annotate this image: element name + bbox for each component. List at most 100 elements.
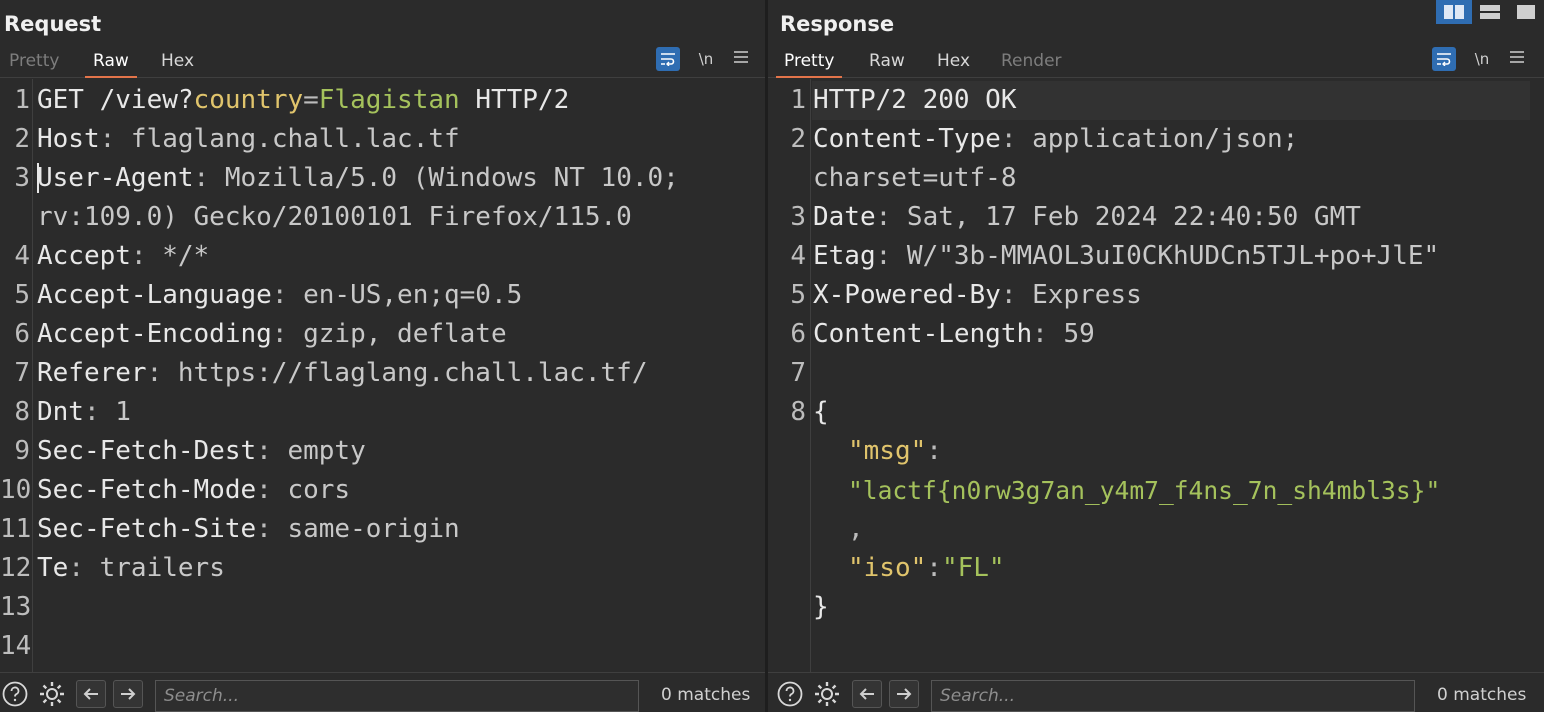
settings-button[interactable]: [38, 680, 66, 708]
json-key-msg: "msg":: [848, 436, 942, 466]
rows-icon: [1480, 5, 1500, 19]
json-brace-open: {: [813, 397, 829, 427]
line-number: 2: [14, 124, 30, 154]
line-number: 14: [0, 631, 32, 661]
header-line: Dnt: 1: [37, 397, 131, 427]
header-line: Host: flaglang.chall.lac.tf: [37, 124, 460, 154]
settings-button[interactable]: [813, 680, 841, 708]
hamburger-icon: [734, 51, 748, 63]
layout-switcher: [1436, 0, 1544, 24]
match-count: 0 matches: [1437, 685, 1527, 705]
newline-toggle[interactable]: \n: [693, 47, 719, 71]
line-number: 8: [14, 397, 30, 427]
header-line: Content-Type: application/json;: [813, 124, 1299, 154]
tab-raw[interactable]: Raw: [861, 50, 913, 78]
arrow-right-icon: [897, 688, 912, 700]
request-line: GET /view?country=Flagistan HTTP/2: [37, 85, 570, 115]
wrap-icon: [1437, 53, 1451, 66]
response-editor[interactable]: 1 2 3 4 5 6 7 8 HTTP/2 200 OK Content-Ty…: [768, 79, 1544, 672]
line-number: 2: [790, 124, 806, 154]
header-line: Sec-Fetch-Site: same-origin: [37, 514, 460, 544]
arrow-left-icon: [859, 688, 874, 700]
word-wrap-toggle[interactable]: [656, 47, 680, 71]
line-number: 7: [790, 358, 806, 388]
tab-hex[interactable]: Hex: [153, 50, 202, 78]
header-line: User-Agent: Mozilla/5.0 (Windows NT 10.0…: [37, 163, 679, 193]
status-line: HTTP/2 200 OK: [813, 85, 1017, 115]
help-button[interactable]: [1, 680, 29, 708]
search-input[interactable]: [931, 680, 1415, 712]
header-line-wrapped: charset=utf-8: [813, 163, 1017, 193]
header-line: Date: Sat, 17 Feb 2024 22:40:50 GMT: [813, 202, 1361, 232]
line-number: 9: [14, 436, 30, 466]
help-icon: [777, 681, 803, 707]
line-number: 5: [790, 280, 806, 310]
line-number: 8: [790, 397, 806, 427]
layout-side-by-side-button[interactable]: [1436, 0, 1472, 24]
line-number: 3: [14, 163, 30, 193]
line-number: 1: [790, 85, 806, 115]
line-number: 6: [14, 319, 30, 349]
header-line: Te: trailers: [37, 553, 225, 583]
newline-toggle[interactable]: \n: [1469, 47, 1495, 71]
line-number: 3: [790, 202, 806, 232]
previous-match-button[interactable]: [852, 680, 882, 708]
menu-button[interactable]: [731, 47, 751, 71]
arrow-left-icon: [83, 688, 98, 700]
help-icon: [2, 681, 28, 707]
wrap-icon: [661, 53, 675, 66]
response-pane: Response Pretty Raw Hex Render \n 1 2 3 …: [768, 0, 1544, 712]
line-number: 4: [14, 241, 30, 271]
line-number: 11: [0, 514, 32, 544]
tab-pretty[interactable]: Pretty: [1, 50, 67, 78]
word-wrap-toggle[interactable]: [1432, 47, 1456, 71]
line-number: 1: [14, 85, 30, 115]
line-number: 6: [790, 319, 806, 349]
header-line: X-Powered-By: Express: [813, 280, 1142, 310]
line-number: 5: [14, 280, 30, 310]
header-line: Sec-Fetch-Mode: cors: [37, 475, 351, 505]
response-tabs: Pretty Raw Hex Render: [768, 44, 1544, 78]
line-number: 10: [0, 475, 32, 505]
gear-icon: [815, 682, 839, 706]
line-number: 7: [14, 358, 30, 388]
layout-stacked-button[interactable]: [1472, 0, 1508, 24]
request-pane: Request Pretty Raw Hex \n 1 2 3 4 5 6 7 …: [0, 0, 765, 712]
tab-hex[interactable]: Hex: [929, 50, 978, 78]
header-line-wrapped: rv:109.0) Gecko/20100101 Firefox/115.0: [37, 202, 632, 232]
help-button[interactable]: [776, 680, 804, 708]
header-line: Sec-Fetch-Dest: empty: [37, 436, 366, 466]
line-number-gutter: 1 2 3 4 5 6 7 8: [768, 79, 811, 672]
json-comma: ,: [848, 514, 864, 544]
tab-render[interactable]: Render: [993, 50, 1070, 78]
columns-icon: [1444, 5, 1464, 19]
json-brace-close: }: [813, 592, 829, 622]
search-input[interactable]: [155, 680, 639, 712]
header-line: Etag: W/"3b-MMAOL3uI0CKhUDCn5TJL+po+JlE": [813, 241, 1440, 271]
layout-tabs-button[interactable]: [1508, 0, 1544, 24]
response-title: Response: [780, 12, 895, 36]
request-title: Request: [4, 12, 102, 36]
tab-raw[interactable]: Raw: [85, 50, 137, 78]
header-line: Accept: */*: [37, 241, 210, 271]
single-pane-icon: [1517, 5, 1535, 19]
previous-match-button[interactable]: [76, 680, 106, 708]
request-editor[interactable]: 1 2 3 4 5 6 7 8 9 10 11 12 13 14 GET /vi…: [0, 79, 765, 672]
menu-button[interactable]: [1507, 47, 1527, 71]
match-count: 0 matches: [661, 685, 751, 705]
next-match-button[interactable]: [113, 680, 143, 708]
header-line: Referer: https://flaglang.chall.lac.tf/: [37, 358, 648, 388]
line-number-gutter: 1 2 3 4 5 6 7 8 9 10 11 12 13 14: [0, 79, 33, 672]
next-match-button[interactable]: [889, 680, 919, 708]
arrow-right-icon: [121, 688, 136, 700]
gear-icon: [40, 682, 64, 706]
json-value-msg: "lactf{n0rw3g7an_y4m7_f4ns_7n_sh4mbl3s}": [848, 476, 1441, 505]
tab-pretty[interactable]: Pretty: [776, 50, 843, 78]
header-line: Content-Length: 59: [813, 319, 1095, 349]
request-tabs: Pretty Raw Hex: [0, 44, 765, 78]
header-line: Accept-Encoding: gzip, deflate: [37, 319, 507, 349]
hamburger-icon: [1510, 51, 1524, 63]
header-line: Accept-Language: en-US,en;q=0.5: [37, 280, 523, 310]
line-number: 4: [790, 241, 806, 271]
json-key-iso: "iso":"FL": [848, 553, 1005, 583]
